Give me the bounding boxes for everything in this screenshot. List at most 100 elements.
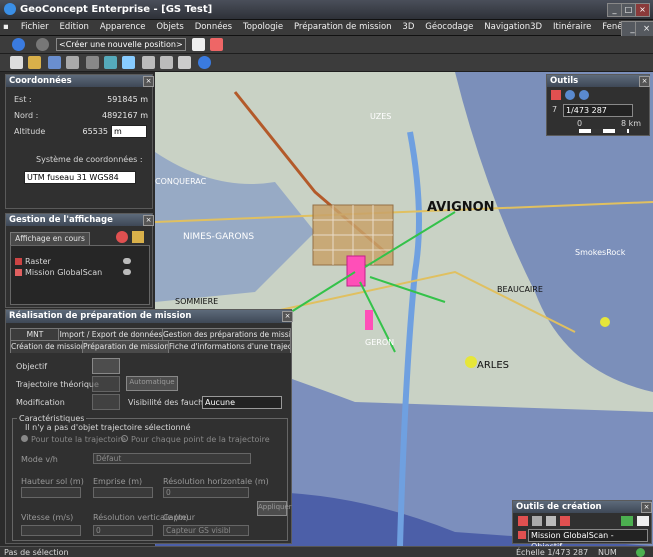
- nord-value: 4892167 m: [102, 111, 148, 120]
- modification-label: Modification: [16, 398, 65, 407]
- menu-topologie[interactable]: Topologie: [239, 20, 287, 34]
- coords-panel: Coordonnées × Est : 591845 m Nord : 4892…: [5, 74, 154, 209]
- menu-edition[interactable]: Edition: [56, 20, 93, 34]
- select-icon[interactable]: [86, 56, 99, 69]
- edit-icon[interactable]: [532, 516, 542, 526]
- capteur-select[interactable]: Capteur GS visibl: [163, 525, 249, 536]
- display-panel-title: Gestion de l'affichage: [6, 214, 152, 226]
- minimize-button[interactable]: _: [607, 3, 622, 17]
- scale-combo[interactable]: 1/473 287: [563, 104, 633, 117]
- map-label-uzes: UZES: [370, 112, 392, 121]
- zoom-window-icon[interactable]: [104, 56, 117, 69]
- map-label-sommiere: SOMMIERE: [175, 297, 219, 306]
- map-label-beaucaire: BEAUCAIRE: [497, 285, 543, 294]
- menu-3d[interactable]: 3D: [398, 20, 418, 34]
- status-selection: Pas de sélection: [4, 548, 69, 557]
- tab-fiche-trajectoire[interactable]: Fiche d'informations d'une trajectoire: [168, 340, 291, 353]
- objectif-button[interactable]: [92, 358, 120, 374]
- mode-select[interactable]: Défaut: [93, 453, 251, 464]
- est-label: Est :: [14, 95, 32, 104]
- hauteur-input[interactable]: [21, 487, 81, 498]
- res-h-input[interactable]: 0: [163, 487, 249, 498]
- style-icon[interactable]: [637, 516, 649, 526]
- mission-panel-title: Réalisation de préparation de mission: [6, 310, 291, 323]
- coords-close-button[interactable]: ×: [143, 76, 154, 87]
- creation-panel-title: Outils de création: [513, 501, 651, 513]
- outils-close-button[interactable]: ×: [639, 76, 650, 87]
- automatique-button[interactable]: Automatique: [126, 376, 178, 391]
- vitesse-input[interactable]: [21, 525, 81, 536]
- position-combo[interactable]: <Créer une nouvelle position>: [56, 38, 186, 51]
- app-icon: [4, 3, 16, 15]
- eye-icon[interactable]: [123, 258, 131, 264]
- hauteur-label: Hauteur sol (m): [21, 477, 84, 486]
- alt-unit-select[interactable]: m: [111, 125, 147, 138]
- create-icon[interactable]: [518, 516, 528, 526]
- menu-geocodage[interactable]: Géocodage: [421, 20, 477, 34]
- system-select[interactable]: UTM fuseau 31 WGS84: [24, 171, 136, 184]
- eye-icon[interactable]: [123, 269, 131, 275]
- res-v-input[interactable]: 0: [93, 525, 153, 536]
- layers-icon[interactable]: [122, 56, 135, 69]
- caracteristiques-group: Caractéristiques Il n'y a pas d'objet tr…: [12, 414, 292, 541]
- caracteristiques-label: Caractéristiques: [17, 414, 87, 423]
- tab-affichage-en-cours[interactable]: Affichage en cours: [10, 232, 90, 245]
- map-label-smokesrock: SmokesRock: [575, 248, 626, 257]
- appliquer-button[interactable]: Appliquer: [257, 501, 292, 516]
- creation-type-select[interactable]: Mission GlobalScan - Objectif: [528, 529, 648, 551]
- confirm-icon[interactable]: [621, 516, 633, 526]
- outils-panel: Outils × 7 1/473 287 0 8 km: [546, 74, 650, 136]
- pan-icon[interactable]: [551, 90, 561, 100]
- grid-icon[interactable]: [178, 56, 191, 69]
- menu-donnees[interactable]: Données: [191, 20, 236, 34]
- measure-icon[interactable]: [160, 56, 173, 69]
- menu-objets[interactable]: Objets: [152, 20, 187, 34]
- menu-fichier[interactable]: Fichier: [17, 20, 53, 34]
- mission-layer-icon: [15, 269, 22, 276]
- folder-icon[interactable]: [132, 231, 144, 243]
- close-button[interactable]: ×: [635, 3, 650, 17]
- help-icon[interactable]: [198, 56, 211, 69]
- navigation-toolbar: <Créer une nouvelle position>: [0, 36, 653, 54]
- target-icon[interactable]: [192, 38, 205, 51]
- vitesse-label: Vitesse (m/s): [21, 513, 74, 522]
- layer-raster[interactable]: Raster: [25, 257, 51, 266]
- mission-close-button[interactable]: ×: [282, 311, 293, 322]
- menu-preparation[interactable]: Préparation de mission: [290, 20, 396, 34]
- modification-button[interactable]: [92, 394, 120, 410]
- visibilite-select[interactable]: Aucune: [202, 396, 282, 409]
- print-icon[interactable]: [66, 56, 79, 69]
- status-num: NUM: [598, 548, 617, 557]
- radio-chaque-point[interactable]: [121, 435, 128, 442]
- undo-icon[interactable]: [546, 516, 556, 526]
- layer-list: Raster Mission GlobalScan: [10, 245, 150, 305]
- menu-itineraire[interactable]: Itinéraire: [549, 20, 595, 34]
- zoom-out-icon[interactable]: [579, 90, 589, 100]
- delete-icon[interactable]: [560, 516, 570, 526]
- tab-creation-mission[interactable]: Création de mission: [10, 340, 84, 353]
- target-remove-icon[interactable]: [210, 38, 223, 51]
- main-toolbar: [0, 54, 653, 72]
- back-icon[interactable]: [12, 38, 25, 51]
- maximize-button[interactable]: □: [621, 3, 636, 17]
- creation-close-button[interactable]: ×: [641, 502, 652, 513]
- display-close-button[interactable]: ×: [143, 215, 154, 226]
- radio-toute-trajectoire[interactable]: [21, 435, 28, 442]
- forward-icon[interactable]: [36, 38, 49, 51]
- menu-navigation3d[interactable]: Navigation3D: [480, 20, 546, 34]
- emprise-input[interactable]: [93, 487, 153, 498]
- open-icon[interactable]: [28, 56, 41, 69]
- refresh-icon[interactable]: [116, 231, 128, 243]
- text-icon[interactable]: [142, 56, 155, 69]
- zoom-in-icon[interactable]: [565, 90, 575, 100]
- capteur-label: Capteur: [163, 513, 195, 522]
- layer-mission-globalscan[interactable]: Mission GlobalScan: [25, 268, 102, 277]
- creation-panel: Outils de création × Mission GlobalScan …: [512, 500, 652, 551]
- est-value: 591845 m: [107, 95, 148, 104]
- save-icon[interactable]: [48, 56, 61, 69]
- new-icon[interactable]: [10, 56, 23, 69]
- tab-preparation-mission[interactable]: Préparation de mission: [82, 340, 170, 353]
- menu-apparence[interactable]: Apparence: [96, 20, 150, 34]
- trajectoire-button[interactable]: [92, 376, 120, 392]
- map-label-geron: GERON: [365, 338, 395, 347]
